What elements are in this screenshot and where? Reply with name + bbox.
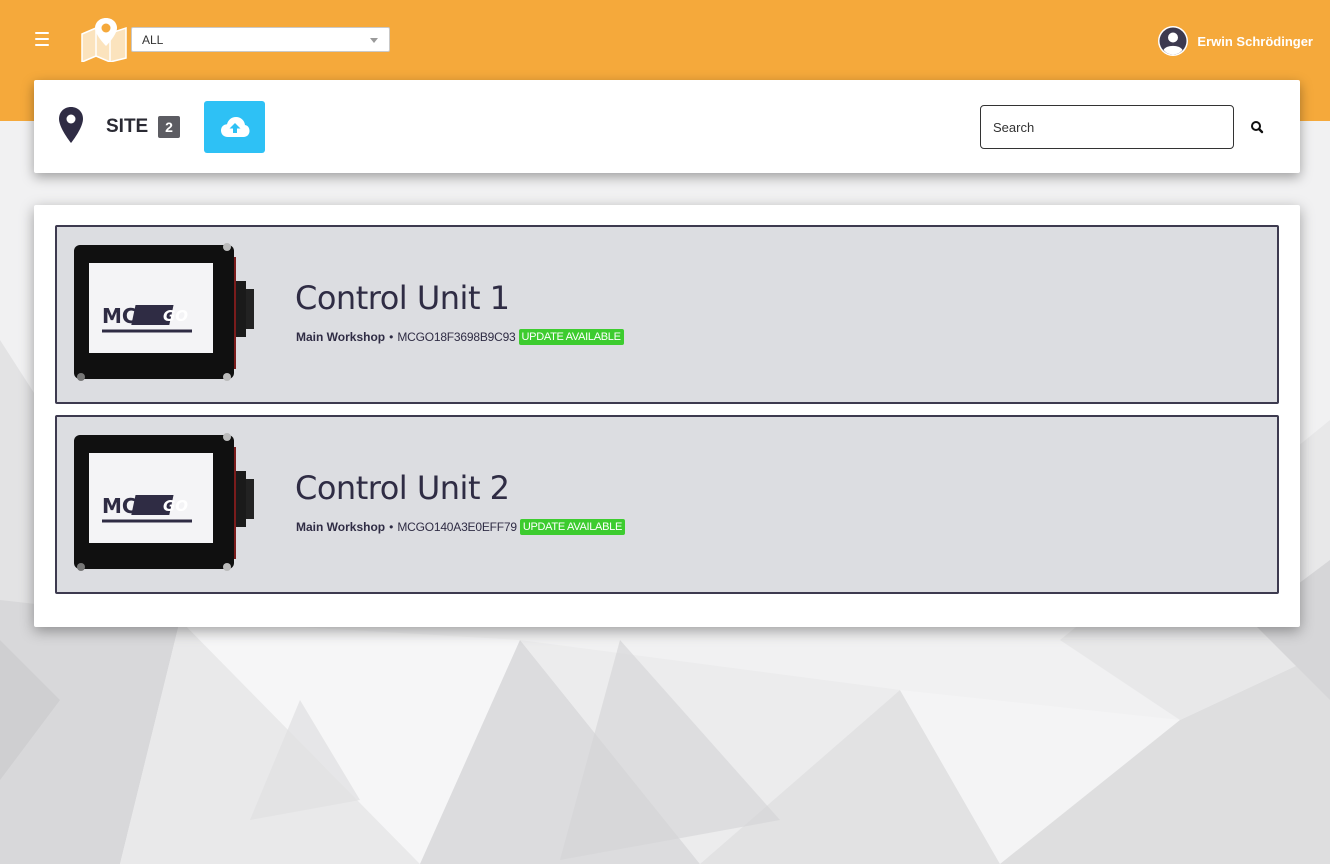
site-header-card: SITE 2 — [34, 80, 1300, 173]
search-icon[interactable] — [1248, 118, 1266, 136]
separator: • — [389, 330, 394, 344]
cloud-upload-icon — [220, 117, 249, 137]
user-menu[interactable]: Erwin Schrödinger — [1158, 26, 1313, 56]
device-count-badge: 2 — [158, 116, 180, 138]
site-filter-select[interactable]: ALL — [131, 27, 390, 52]
device-image: MCO GO — [74, 243, 254, 381]
device-serial: MCGO140A3E0EFF79 — [397, 520, 517, 534]
device-location: Main Workshop — [296, 520, 386, 534]
search-input[interactable] — [980, 105, 1234, 149]
separator: • — [389, 520, 394, 534]
update-available-badge: UPDATE AVAILABLE — [518, 329, 624, 345]
page-title: SITE — [106, 116, 149, 137]
device-meta: Main Workshop • MCGO140A3E0EFF79 UPDATE … — [296, 519, 625, 535]
device-row[interactable]: MCO GO Control Unit 2 Main Workshop • MC… — [55, 415, 1279, 594]
device-meta: Main Workshop • MCGO18F3698B9C93 UPDATE … — [296, 329, 624, 345]
site-filter-value: ALL — [142, 33, 164, 47]
update-available-badge: UPDATE AVAILABLE — [519, 519, 625, 535]
upload-button[interactable] — [204, 101, 265, 153]
device-list: MCO GO Control Unit 1 Main Workshop • MC… — [34, 205, 1300, 627]
device-serial: MCGO18F3698B9C93 — [397, 330, 516, 344]
svg-text:GO: GO — [163, 307, 188, 325]
hamburger-icon[interactable] — [35, 32, 49, 46]
user-circle-icon — [1158, 26, 1189, 56]
device-name: Control Unit 1 — [295, 279, 510, 317]
map-pin-icon — [59, 107, 83, 143]
user-name: Erwin Schrödinger — [1197, 33, 1313, 49]
map-pin-logo — [81, 18, 127, 62]
device-row[interactable]: MCO GO Control Unit 1 Main Workshop • MC… — [55, 225, 1279, 404]
device-name: Control Unit 2 — [295, 469, 510, 507]
device-location: Main Workshop — [296, 330, 386, 344]
svg-text:GO: GO — [163, 497, 188, 515]
device-image: MCO GO — [74, 433, 254, 571]
chevron-down-icon — [370, 38, 378, 43]
